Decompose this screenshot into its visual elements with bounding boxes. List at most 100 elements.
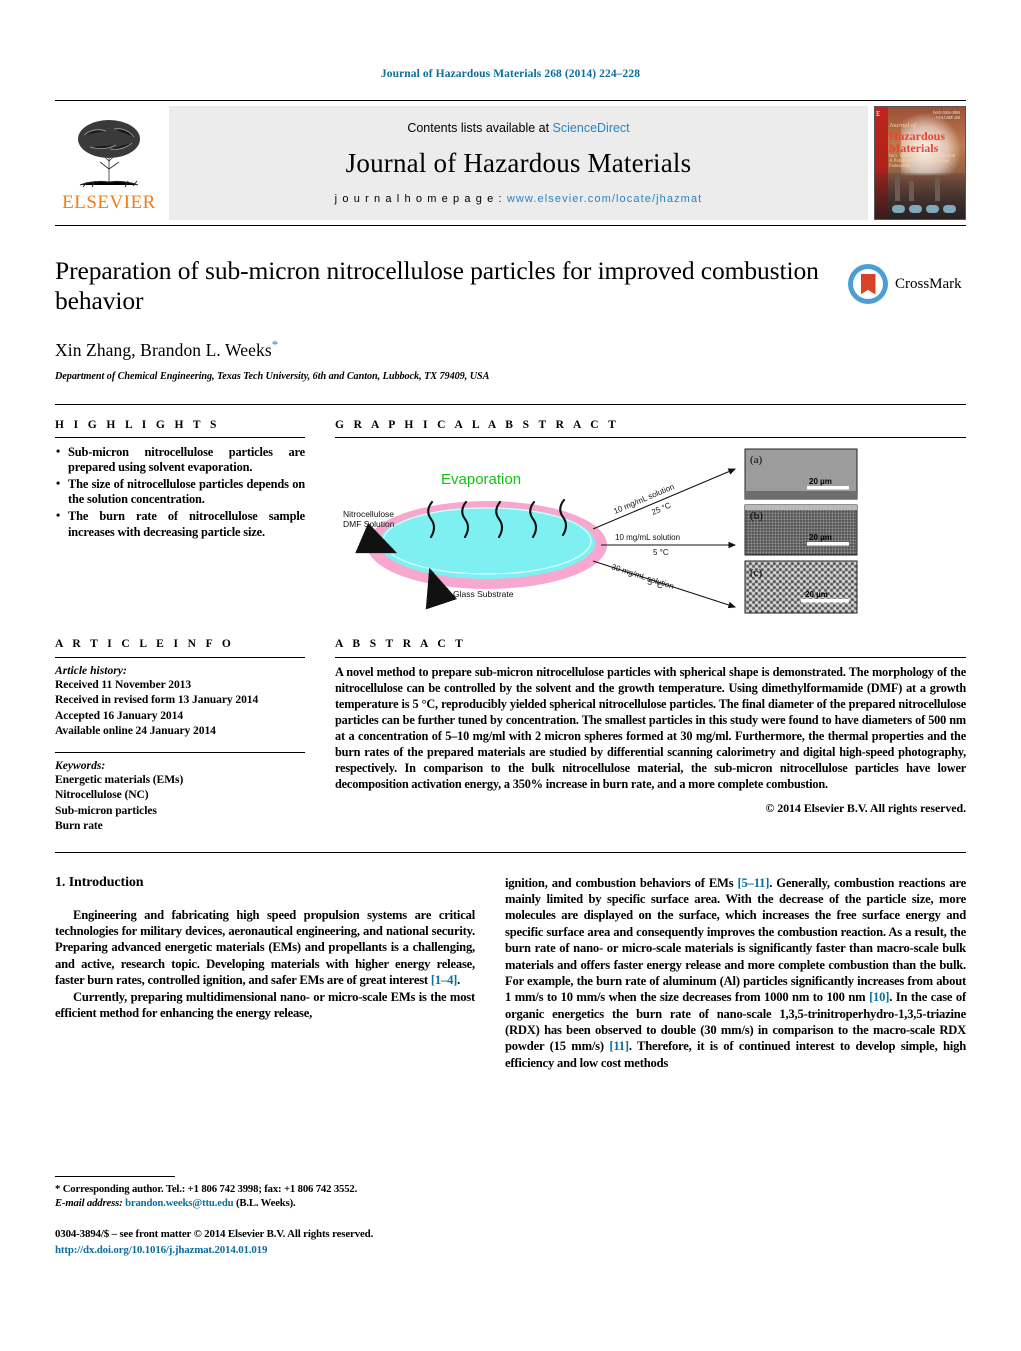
doi-link[interactable]: http://dx.doi.org/10.1016/j.jhazmat.2014… xyxy=(55,1243,475,1259)
email-label: E-mail address: xyxy=(55,1197,123,1210)
sem-panel-b-label: (b) xyxy=(750,510,763,522)
journal-title: Journal of Hazardous Materials xyxy=(345,148,692,178)
cover-tank-4 xyxy=(943,205,956,213)
issn-line: 0304-3894/$ – see front matter © 2014 El… xyxy=(55,1228,374,1241)
elsevier-logo: ELSEVIER xyxy=(55,101,163,225)
contents-prefix: Contents lists available at xyxy=(407,121,553,135)
abstract-section: A B S T R A C T A novel method to prepar… xyxy=(335,638,966,834)
article-info-heading: A R T I C L E I N F O xyxy=(55,637,235,650)
graphical-abstract-section: G R A P H I C A L A B S T R A C T Evapor… xyxy=(335,419,966,620)
citation-link[interactable]: [10] xyxy=(869,990,889,1004)
keywords-label: Keywords: xyxy=(55,758,106,772)
info-abstract-row: A R T I C L E I N F O Article history: R… xyxy=(55,638,966,834)
body-column-right: ignition, and combustion behaviors of EM… xyxy=(505,875,966,1071)
intro-paragraph-2: Currently, preparing multidimensional na… xyxy=(55,989,475,1020)
sem-panel-b-scalebar: 20 µm xyxy=(809,533,832,542)
list-item: The burn rate of nitrocellulose sample i… xyxy=(55,508,305,540)
author-names: Xin Zhang, Brandon L. Weeks xyxy=(55,339,272,360)
cover-tank-3 xyxy=(926,205,939,213)
cover-tank-2 xyxy=(909,205,922,213)
footer-area: * Corresponding author. Tel.: +1 806 742… xyxy=(55,1176,475,1259)
citation-link[interactable]: [1–4] xyxy=(431,973,457,987)
journal-cover-thumbnail: E ISSN 0304-3894 VOLUME 268 Journal of Ha… xyxy=(874,106,966,220)
list-item: Sub-micron nitrocellulose particles are … xyxy=(55,444,305,476)
arrow3-concentration: 30 mg/mL solution xyxy=(610,562,675,591)
keywords-block: Keywords: Energetic materials (EMs) Nitr… xyxy=(55,759,305,834)
contents-available-line: Contents lists available at ScienceDirec… xyxy=(407,121,629,135)
sem-panel-c-scalebar: 20 µm xyxy=(805,590,828,599)
introduction-heading: 1. Introduction xyxy=(55,874,144,890)
email-link[interactable]: brandon.weeks@ttu.edu xyxy=(125,1197,233,1209)
sem-panel-a-scalebar: 20 µm xyxy=(809,477,832,486)
history-item: Available online 24 January 2014 xyxy=(55,724,216,738)
cover-stack-1 xyxy=(895,173,900,201)
arrow2-temperature: 5 °C xyxy=(653,548,669,557)
cover-tank-1 xyxy=(892,205,905,213)
graphical-abstract-heading: G R A P H I C A L A B S T R A C T xyxy=(335,418,620,431)
email-suffix: (B.L. Weeks). xyxy=(235,1197,296,1210)
sciencedirect-link[interactable]: ScienceDirect xyxy=(553,121,630,135)
right-text-b: . Generally, combustion reactions are ma… xyxy=(505,875,966,1005)
elsevier-tree-icon xyxy=(78,119,140,187)
substrate-label: Glass Substrate xyxy=(453,589,514,599)
solution-label-line1: Nitrocellulose xyxy=(343,509,394,519)
crossmark-label: CrossMark xyxy=(895,275,962,292)
abstract-rule xyxy=(335,656,966,658)
intro-paragraph-continued: ignition, and combustion behaviors of EM… xyxy=(505,875,966,1071)
body-columns: 1. Introduction Engineering and fabricat… xyxy=(55,875,966,1071)
highlights-list: Sub-micron nitrocellulose particles are … xyxy=(55,444,305,541)
corresponding-author-line: * Corresponding author. Tel.: +1 806 742… xyxy=(55,1183,358,1196)
author-list: Xin Zhang, Brandon L. Weeks* xyxy=(55,337,966,361)
article-history-label: Article history: xyxy=(55,663,127,677)
sem-panel-b: (b) 20 µm xyxy=(744,504,858,556)
condition-arrows: 10 mg/mL solution 25 °C 10 mg/mL solutio… xyxy=(592,468,737,608)
graphical-abstract-svg: Evaporation Nitrocellulose DMF Solution … xyxy=(343,448,858,614)
list-item: The size of nitrocellulose particles dep… xyxy=(55,476,305,508)
sem-panel-a: (a) 20 µm xyxy=(744,448,858,500)
history-item: Accepted 16 January 2014 xyxy=(55,708,184,722)
highlights-section: H I G H L I G H T S Sub-micron nitrocell… xyxy=(55,419,305,620)
intro-paragraph-1: Engineering and fabricating high speed p… xyxy=(55,907,475,989)
graphical-abstract-rule xyxy=(335,436,966,438)
cover-stack-3 xyxy=(935,177,940,201)
abstract-text: A novel method to prepare sub-micron nit… xyxy=(335,664,966,791)
body-divider xyxy=(55,851,966,853)
article-info-section: A R T I C L E I N F O Article history: R… xyxy=(55,638,305,834)
keyword-item: Nitrocellulose (NC) xyxy=(55,788,149,802)
title-block: CrossMark Preparation of sub-micron nitr… xyxy=(55,256,966,382)
keyword-item: Burn rate xyxy=(55,819,103,833)
cover-top-text: ISSN 0304-3894 VOLUME 268 xyxy=(932,110,960,121)
elsevier-wordmark: ELSEVIER xyxy=(62,191,156,213)
crossmark-badge[interactable]: CrossMark xyxy=(848,261,966,307)
intro-p1-text: Engineering and fabricating high speed p… xyxy=(55,907,475,988)
corresponding-author-marker: * xyxy=(271,336,279,352)
body-column-left: 1. Introduction Engineering and fabricat… xyxy=(55,875,475,1071)
sem-panel-c-label: (c) xyxy=(750,567,763,579)
homepage-url-link[interactable]: www.elsevier.com/locate/jhazmat xyxy=(507,193,703,205)
running-head: Journal of Hazardous Materials 268 (2014… xyxy=(380,68,641,80)
issn-block: 0304-3894/$ – see front matter © 2014 El… xyxy=(55,1227,475,1259)
keyword-item: Sub-micron particles xyxy=(55,803,157,817)
history-item: Received 11 November 2013 xyxy=(55,677,192,691)
footnote-rule xyxy=(55,1176,175,1178)
graphical-abstract-figure: Evaporation Nitrocellulose DMF Solution … xyxy=(335,445,966,620)
sem-panel-a-label: (a) xyxy=(750,454,763,466)
highlights-rule xyxy=(55,436,305,438)
corresponding-author-footnote: * Corresponding author. Tel.: +1 806 742… xyxy=(55,1182,475,1210)
email-line: E-mail address: brandon.weeks@ttu.edu (B… xyxy=(55,1196,475,1210)
cover-stack-2 xyxy=(909,181,914,201)
keyword-item: Energetic materials (EMs) xyxy=(55,772,184,786)
citation-link[interactable]: [11] xyxy=(609,1039,629,1053)
crossmark-book-shape xyxy=(860,273,876,295)
page-title: Preparation of sub-micron nitrocellulose… xyxy=(55,256,819,316)
citation-link[interactable]: [5–11] xyxy=(738,876,770,890)
cover-title: Journal of Hazardous Materials Incl. Tre… xyxy=(889,122,965,170)
cover-title-line5: A Publication of the European Federation xyxy=(889,159,950,170)
crossmark-icon xyxy=(848,264,888,304)
article-info-rule xyxy=(55,656,305,658)
abstract-copyright: © 2014 Elsevier B.V. All rights reserved… xyxy=(765,800,966,815)
keywords-rule xyxy=(55,751,305,753)
intro-p1-tail: . xyxy=(457,973,461,988)
highlights-graphical-row: H I G H L I G H T S Sub-micron nitrocell… xyxy=(55,419,966,620)
journal-info-box: Contents lists available at ScienceDirec… xyxy=(169,106,868,220)
